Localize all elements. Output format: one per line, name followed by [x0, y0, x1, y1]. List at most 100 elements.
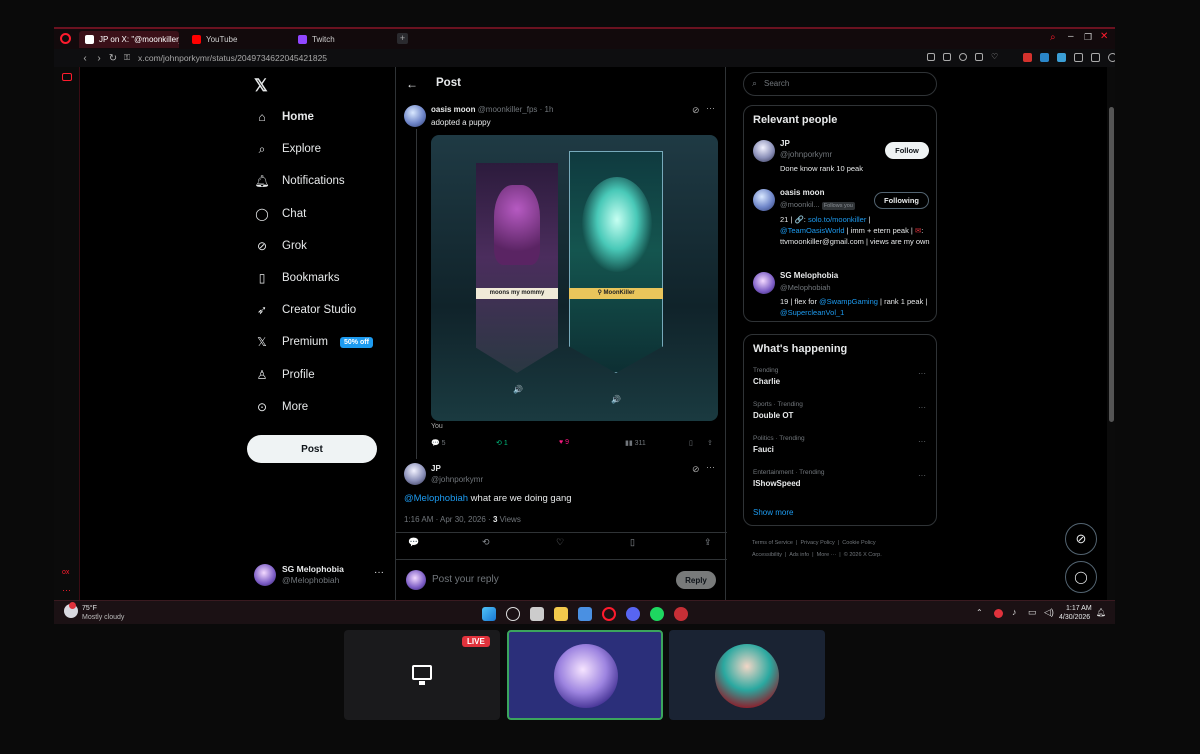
share-icon[interactable]: ⇪: [704, 537, 712, 548]
camera-icon[interactable]: [943, 53, 951, 61]
sidebar-item-premium[interactable]: 𝕏 Premium 50% off: [254, 331, 373, 353]
follow-button[interactable]: Follow: [885, 142, 929, 159]
search-input[interactable]: Search: [764, 79, 789, 88]
riot-client-icon[interactable]: [674, 607, 688, 621]
person-handle[interactable]: @Melophobiah: [780, 283, 831, 292]
sidebar-item-home[interactable]: ⌂ Home: [254, 106, 314, 128]
clock-date[interactable]: 4/30/2026: [1059, 614, 1090, 621]
show-more-link[interactable]: Show more: [753, 508, 793, 517]
participant-tile[interactable]: [669, 630, 825, 720]
more-dots-icon[interactable]: ···: [918, 403, 926, 412]
avatar[interactable]: [753, 272, 775, 294]
author-handle[interactable]: @johnporkymr: [431, 475, 483, 484]
pin-icon[interactable]: [927, 53, 935, 61]
person-name[interactable]: oasis moon: [780, 188, 824, 197]
extension-cyan-icon[interactable]: [1057, 53, 1066, 62]
bookmark-icon[interactable]: ▯: [630, 537, 635, 548]
opera-gx-icon[interactable]: [602, 607, 616, 621]
download-icon[interactable]: [975, 53, 983, 61]
post-time[interactable]: · 1h: [540, 105, 554, 114]
grok-icon[interactable]: ⊘: [1065, 523, 1097, 555]
calculator-icon[interactable]: [530, 607, 544, 621]
scrollbar-track[interactable]: [1107, 67, 1115, 600]
search-icon[interactable]: [506, 607, 520, 621]
avatar[interactable]: [753, 189, 775, 211]
tray-chevron-icon[interactable]: ⌃: [976, 608, 983, 617]
tab-x-post[interactable]: JP on X: "@moonkiller_fps: [79, 31, 179, 48]
tray-app-icon[interactable]: [994, 609, 1003, 618]
forward-arrow-icon[interactable]: ›: [92, 53, 106, 64]
bookmark-icon[interactable]: ▯: [689, 439, 693, 447]
search-box[interactable]: ⌕ Search: [743, 72, 937, 96]
account-switcher[interactable]: SG Melophobia @Melophobiah ···: [254, 564, 384, 592]
sidebar-item-chat[interactable]: ◯ Chat: [254, 203, 306, 225]
back-arrow-icon[interactable]: ←: [406, 77, 418, 91]
reply-button[interactable]: Reply: [676, 571, 716, 589]
search-tabs-icon[interactable]: ⌕: [1050, 32, 1056, 43]
person-name[interactable]: JP: [780, 139, 790, 148]
back-arrow-icon[interactable]: ‹: [78, 53, 92, 64]
screenshare-tile[interactable]: LIVE: [344, 630, 500, 720]
author-name[interactable]: oasis moon: [431, 105, 475, 114]
post-button[interactable]: Post: [247, 435, 377, 463]
avatar[interactable]: [404, 463, 426, 485]
trend-name[interactable]: Fauci: [753, 445, 774, 454]
clock-time[interactable]: 1:17 AM: [1066, 605, 1092, 612]
person-handle[interactable]: @johnporkymr: [780, 150, 832, 159]
grok-icon[interactable]: ⊘: [692, 464, 700, 475]
reply-action[interactable]: 💬 5: [431, 439, 446, 447]
avatar[interactable]: [753, 140, 775, 162]
reload-icon[interactable]: ↻: [106, 53, 120, 64]
close-icon[interactable]: ✕: [1100, 31, 1108, 42]
maximize-icon[interactable]: ❐: [1084, 32, 1092, 43]
more-dots-icon[interactable]: ···: [918, 471, 926, 480]
sidebar-item-notifications[interactable]: 🔔︎ Notifications: [254, 170, 344, 192]
network-icon[interactable]: ▭: [1028, 607, 1037, 618]
trend-name[interactable]: Double OT: [753, 411, 793, 420]
profile-icon[interactable]: [1108, 53, 1115, 62]
more-dots-icon[interactable]: ···: [918, 369, 926, 378]
sidebar-item-bookmarks[interactable]: ▯ Bookmarks: [254, 267, 340, 289]
grok-icon[interactable]: ⊘: [692, 105, 700, 116]
sidebar-item-more[interactable]: ⊙ More: [254, 396, 308, 418]
repost-icon[interactable]: ⟲: [482, 537, 490, 548]
sidebar-more-icon[interactable]: ···: [62, 585, 71, 595]
ox-icon[interactable]: ox: [62, 569, 69, 576]
minimize-icon[interactable]: –: [1068, 31, 1074, 42]
repost-action[interactable]: ⟲ 1: [496, 439, 508, 447]
spotify-icon[interactable]: [650, 607, 664, 621]
more-dots-icon[interactable]: ···: [918, 437, 926, 446]
new-tab-icon[interactable]: +: [397, 33, 408, 44]
messages-icon[interactable]: ◯: [1065, 561, 1097, 593]
sidebar-item-explore[interactable]: ⌕ Explore: [254, 138, 321, 160]
workspace-icon[interactable]: [62, 73, 72, 81]
volume-icon[interactable]: ◁): [1044, 607, 1054, 618]
microphone-icon[interactable]: ♪: [1012, 607, 1017, 617]
share-icon[interactable]: ⇪: [707, 439, 713, 447]
following-button[interactable]: Following: [874, 192, 929, 209]
sidebar-item-creator-studio[interactable]: ➶ Creator Studio: [254, 299, 356, 321]
x-logo-icon[interactable]: 𝕏: [254, 76, 268, 96]
sidebar-item-grok[interactable]: ⊘ Grok: [254, 235, 307, 257]
shield-icon[interactable]: [959, 53, 967, 61]
tab-youtube[interactable]: YouTube: [186, 31, 286, 48]
views-action[interactable]: ▮▮ 311: [625, 439, 646, 447]
author-handle[interactable]: @moonkiller_fps: [478, 105, 538, 114]
lock-icon[interactable]: [1091, 53, 1100, 62]
tab-twitch[interactable]: Twitch: [292, 31, 392, 48]
url-field[interactable]: x.com/johnporkymr/status/204973462204542…: [138, 53, 327, 63]
opera-logo-icon[interactable]: [60, 33, 71, 44]
post-media[interactable]: moons my mommy ⚲ MoonKiller 🔊 🔊: [431, 135, 718, 421]
reply-input[interactable]: Post your reply: [432, 574, 499, 585]
scrollbar-thumb[interactable]: [1109, 107, 1114, 422]
extension-blue-icon[interactable]: [1040, 53, 1049, 62]
windows-start-icon[interactable]: [482, 607, 496, 621]
photos-icon[interactable]: [578, 607, 592, 621]
more-dots-icon[interactable]: ···: [374, 567, 384, 578]
author-name[interactable]: JP: [431, 464, 441, 473]
discord-icon[interactable]: [626, 607, 640, 621]
mention-link[interactable]: @Melophobiah: [404, 493, 468, 504]
site-info-icon[interactable]: ⚿: [120, 53, 134, 63]
sidebar-item-profile[interactable]: ♙ Profile: [254, 364, 315, 386]
file-explorer-icon[interactable]: [554, 607, 568, 621]
